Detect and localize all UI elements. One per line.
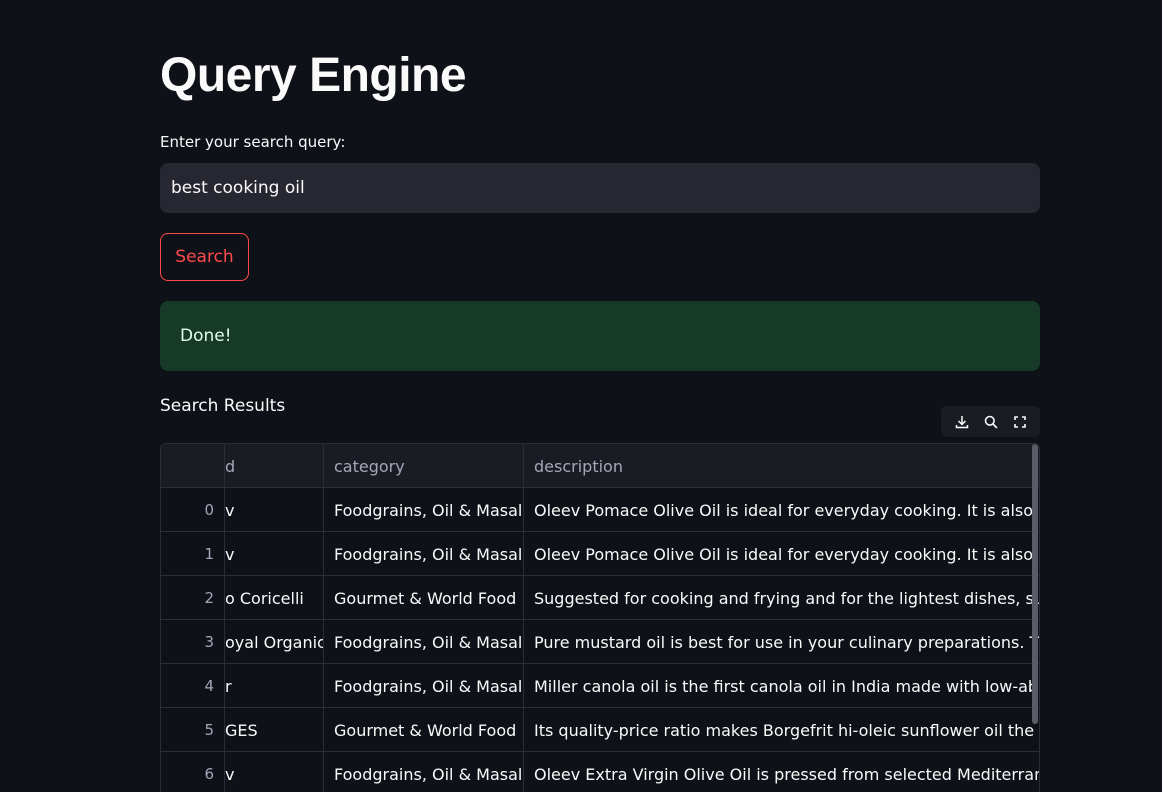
fullscreen-button[interactable] <box>1007 409 1033 435</box>
search-input[interactable] <box>160 163 1040 213</box>
table-row[interactable]: 2 o Coricelli Gourmet & World Food Sugge… <box>161 576 1039 620</box>
search-icon <box>984 415 998 429</box>
cell-description[interactable]: Oleev Pomace Olive Oil is ideal for ever… <box>524 488 1039 532</box>
header-name[interactable]: d <box>224 444 324 488</box>
cell-category[interactable]: Foodgrains, Oil & Masala <box>324 488 524 532</box>
table-row[interactable]: 6 v Foodgrains, Oil & Masala Oleev Extra… <box>161 752 1039 792</box>
cell-name[interactable]: r <box>224 664 324 708</box>
cell-category[interactable]: Foodgrains, Oil & Masala <box>324 620 524 664</box>
cell-description[interactable]: Oleev Pomace Olive Oil is ideal for ever… <box>524 532 1039 576</box>
table-row[interactable]: 4 r Foodgrains, Oil & Masala Miller cano… <box>161 664 1039 708</box>
header-description[interactable]: description <box>524 444 1039 488</box>
page-title: Query Engine <box>160 49 467 102</box>
cell-category[interactable]: Foodgrains, Oil & Masala <box>324 532 524 576</box>
cell-name[interactable]: GES <box>224 708 324 752</box>
cell-description[interactable]: Miller canola oil is the first canola oi… <box>524 664 1039 708</box>
download-button[interactable] <box>949 409 975 435</box>
cell-name[interactable]: v <box>224 488 324 532</box>
table-search-button[interactable] <box>978 409 1004 435</box>
download-icon <box>955 415 968 428</box>
cell-category[interactable]: Gourmet & World Food <box>324 576 524 620</box>
cell-name[interactable]: v <box>224 532 324 576</box>
table-row[interactable]: 3 oyal Organic Foodgrains, Oil & Masala … <box>161 620 1039 664</box>
header-index <box>161 444 224 488</box>
search-button[interactable]: Search <box>160 233 249 281</box>
table-row[interactable]: 1 v Foodgrains, Oil & Masala Oleev Pomac… <box>161 532 1039 576</box>
success-alert: Done! <box>160 301 1040 371</box>
cell-category[interactable]: Foodgrains, Oil & Masala <box>324 752 524 792</box>
cell-name[interactable]: oyal Organic <box>224 620 324 664</box>
cell-category[interactable]: Foodgrains, Oil & Masala <box>324 664 524 708</box>
cell-description[interactable]: Suggested for cooking and frying and for… <box>524 576 1039 620</box>
results-heading: Search Results <box>160 396 286 416</box>
cell-description[interactable]: Oleev Extra Virgin Olive Oil is pressed … <box>524 752 1039 792</box>
table-row[interactable]: 5 GES Gourmet & World Food Its quality-p… <box>161 708 1039 752</box>
row-index: 1 <box>204 545 214 563</box>
header-category[interactable]: category <box>324 444 524 488</box>
cell-category[interactable]: Gourmet & World Food <box>324 708 524 752</box>
fullscreen-icon <box>1013 415 1026 428</box>
results-table[interactable]: d category description 0 v Foodgrains, O… <box>160 443 1040 792</box>
row-index: 5 <box>204 721 214 739</box>
table-row[interactable]: 0 v Foodgrains, Oil & Masala Oleev Pomac… <box>161 488 1039 532</box>
row-index: 4 <box>204 677 214 695</box>
cell-name[interactable]: v <box>224 752 324 792</box>
search-input-container <box>160 163 1040 213</box>
table-header-row: d category description <box>161 444 1039 488</box>
cell-name[interactable]: o Coricelli <box>224 576 324 620</box>
row-index: 6 <box>204 765 214 783</box>
row-index: 0 <box>204 501 214 519</box>
alert-message: Done! <box>180 326 232 346</box>
row-index: 2 <box>204 589 214 607</box>
search-input-label: Enter your search query: <box>160 133 346 151</box>
table-vertical-scrollbar[interactable] <box>1032 444 1038 724</box>
cell-description[interactable]: Its quality-price ratio makes Borgefrit … <box>524 708 1039 752</box>
cell-description[interactable]: Pure mustard oil is best for use in your… <box>524 620 1039 664</box>
row-index: 3 <box>204 633 214 651</box>
table-toolbar <box>941 406 1040 437</box>
